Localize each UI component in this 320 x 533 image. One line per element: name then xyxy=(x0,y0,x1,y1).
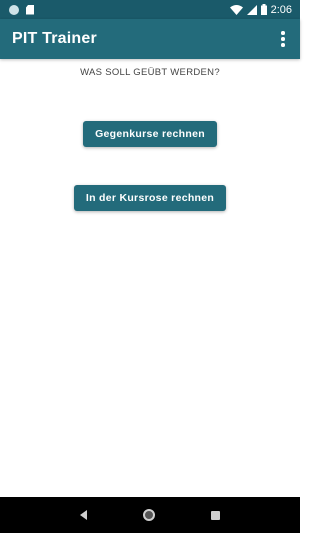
status-bar: 2:06 xyxy=(0,0,300,19)
home-icon[interactable] xyxy=(143,509,155,521)
app-title: PIT Trainer xyxy=(12,30,97,47)
kursrose-button[interactable]: In der Kursrose rechnen xyxy=(74,185,226,211)
battery-icon xyxy=(260,4,267,15)
gegenkurse-button[interactable]: Gegenkurse rechnen xyxy=(83,121,217,147)
sd-card-icon xyxy=(26,4,34,15)
wifi-icon xyxy=(229,4,243,15)
signal-icon xyxy=(246,4,257,15)
back-icon[interactable] xyxy=(80,510,87,520)
exercise-prompt: WAS SOLL GEÜBT WERDEN? xyxy=(80,67,220,78)
status-time: 2:06 xyxy=(270,3,292,16)
system-nav-bar xyxy=(0,497,300,533)
status-left xyxy=(9,4,34,15)
notification-dot-icon xyxy=(9,4,19,15)
status-right: 2:06 xyxy=(229,3,292,16)
recent-apps-icon[interactable] xyxy=(211,510,220,520)
overflow-menu-icon[interactable] xyxy=(275,29,291,49)
app-bar: PIT Trainer xyxy=(0,19,300,59)
